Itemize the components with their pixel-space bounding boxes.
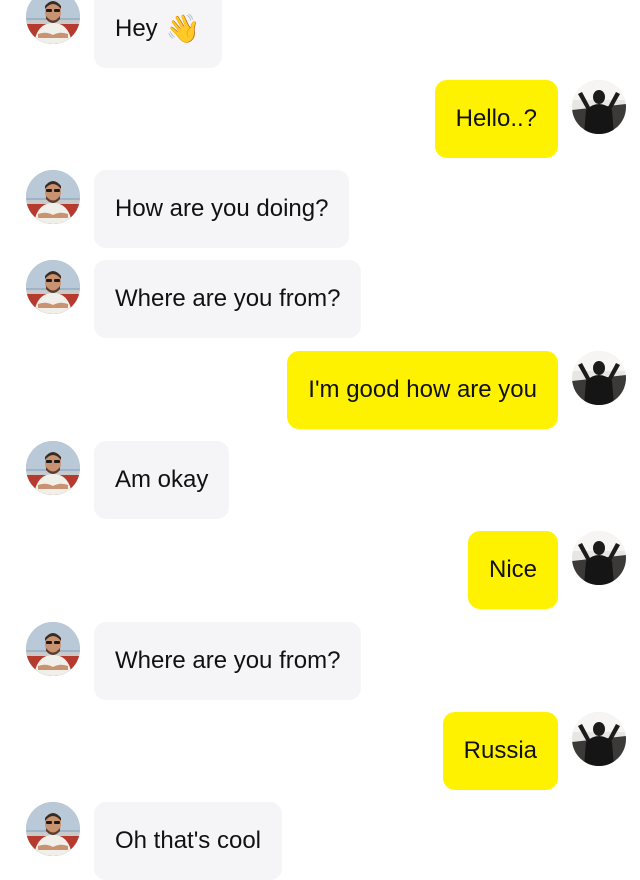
message-text: Where are you from? [115, 285, 341, 312]
message-text: I'm good how are you [308, 376, 537, 403]
outgoing-message-bubble[interactable]: Nice [467, 531, 558, 609]
contact-avatar[interactable] [26, 170, 80, 224]
message-row-outgoing: Russia [0, 712, 640, 790]
outgoing-message-bubble[interactable]: I'm good how are you [287, 351, 558, 429]
user-avatar[interactable] [572, 531, 626, 585]
message-row-outgoing: Nice [0, 531, 640, 609]
contact-avatar[interactable] [26, 260, 80, 314]
contact-avatar[interactable] [26, 802, 80, 856]
user-avatar[interactable] [572, 351, 626, 405]
contact-avatar[interactable] [26, 441, 80, 495]
contact-avatar[interactable] [26, 622, 80, 676]
incoming-message-bubble[interactable]: How are you doing? [94, 170, 350, 248]
message-row-incoming: How are you doing? [0, 170, 640, 248]
message-text: Hey [115, 15, 158, 42]
message-row-incoming: Oh that's cool [0, 802, 640, 880]
message-text: Oh that's cool [115, 827, 261, 854]
message-text: Russia [463, 737, 537, 764]
message-row-incoming: Am okay [0, 441, 640, 519]
incoming-message-bubble[interactable]: Oh that's cool [94, 802, 282, 880]
outgoing-message-bubble[interactable]: Hello..? [434, 80, 558, 158]
message-row-incoming: Where are you from? [0, 622, 640, 700]
message-row-incoming: Where are you from? [0, 260, 640, 338]
message-text: How are you doing? [115, 195, 329, 222]
message-text: Nice [488, 556, 537, 583]
incoming-message-bubble[interactable]: Am okay [94, 441, 230, 519]
user-avatar[interactable] [572, 80, 626, 134]
message-row-incoming: Hey 👋 [0, 0, 640, 68]
outgoing-message-bubble[interactable]: Russia [442, 712, 558, 790]
waving-hand-emoji: 👋 [165, 13, 201, 44]
chat-thread: Hey 👋 Hello..? How are you doing? Where … [0, 0, 640, 880]
message-text: Am okay [115, 466, 209, 493]
message-row-outgoing: Hello..? [0, 80, 640, 158]
incoming-message-bubble[interactable]: Where are you from? [94, 260, 362, 338]
message-text: Hello..? [455, 105, 537, 132]
message-row-outgoing: I'm good how are you [0, 351, 640, 429]
contact-avatar[interactable] [26, 0, 80, 44]
incoming-message-bubble[interactable]: Where are you from? [94, 622, 362, 700]
user-avatar[interactable] [572, 712, 626, 766]
incoming-message-bubble[interactable]: Hey 👋 [94, 0, 222, 68]
message-text: Where are you from? [115, 647, 341, 674]
